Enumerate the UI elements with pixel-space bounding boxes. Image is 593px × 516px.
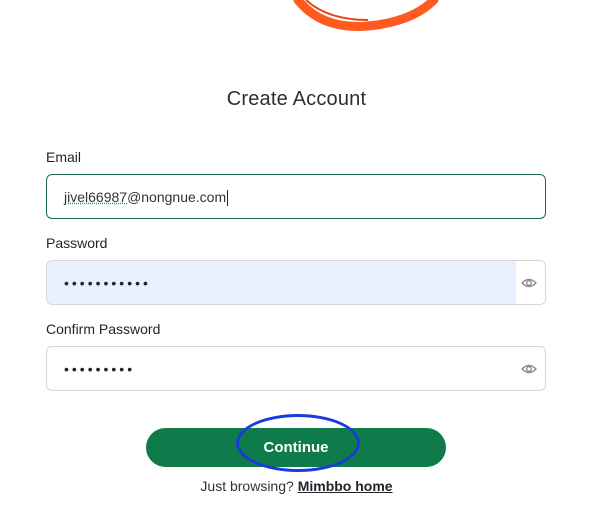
page-title: Create Account (226, 88, 367, 110)
brand-logo (293, 0, 439, 31)
email-value: jivel66987@nongnue.com (64, 175, 229, 220)
email-domain: @nongnue.com (127, 189, 227, 205)
continue-button[interactable]: Continue (146, 428, 446, 467)
show-confirm-password-icon[interactable] (521, 361, 537, 377)
email-username: jivel66987 (64, 189, 128, 205)
confirm-password-field[interactable]: ••••••••• (46, 346, 546, 391)
email-label: Email (46, 149, 82, 165)
password-value: ••••••••••• (64, 275, 151, 291)
email-field[interactable]: jivel66987@nongnue.com (46, 174, 546, 219)
confirm-password-value: ••••••••• (64, 361, 136, 377)
confirm-password-label: Confirm Password (46, 321, 161, 337)
footer-prompt: Just browsing? (200, 478, 294, 494)
footer: Just browsing? Mimbbo home (0, 478, 593, 494)
show-password-icon[interactable] (521, 275, 537, 291)
password-label: Password (46, 235, 108, 251)
home-link[interactable]: Mimbbo home (298, 478, 393, 494)
text-caret (227, 190, 229, 207)
password-field[interactable]: ••••••••••• (46, 260, 546, 305)
